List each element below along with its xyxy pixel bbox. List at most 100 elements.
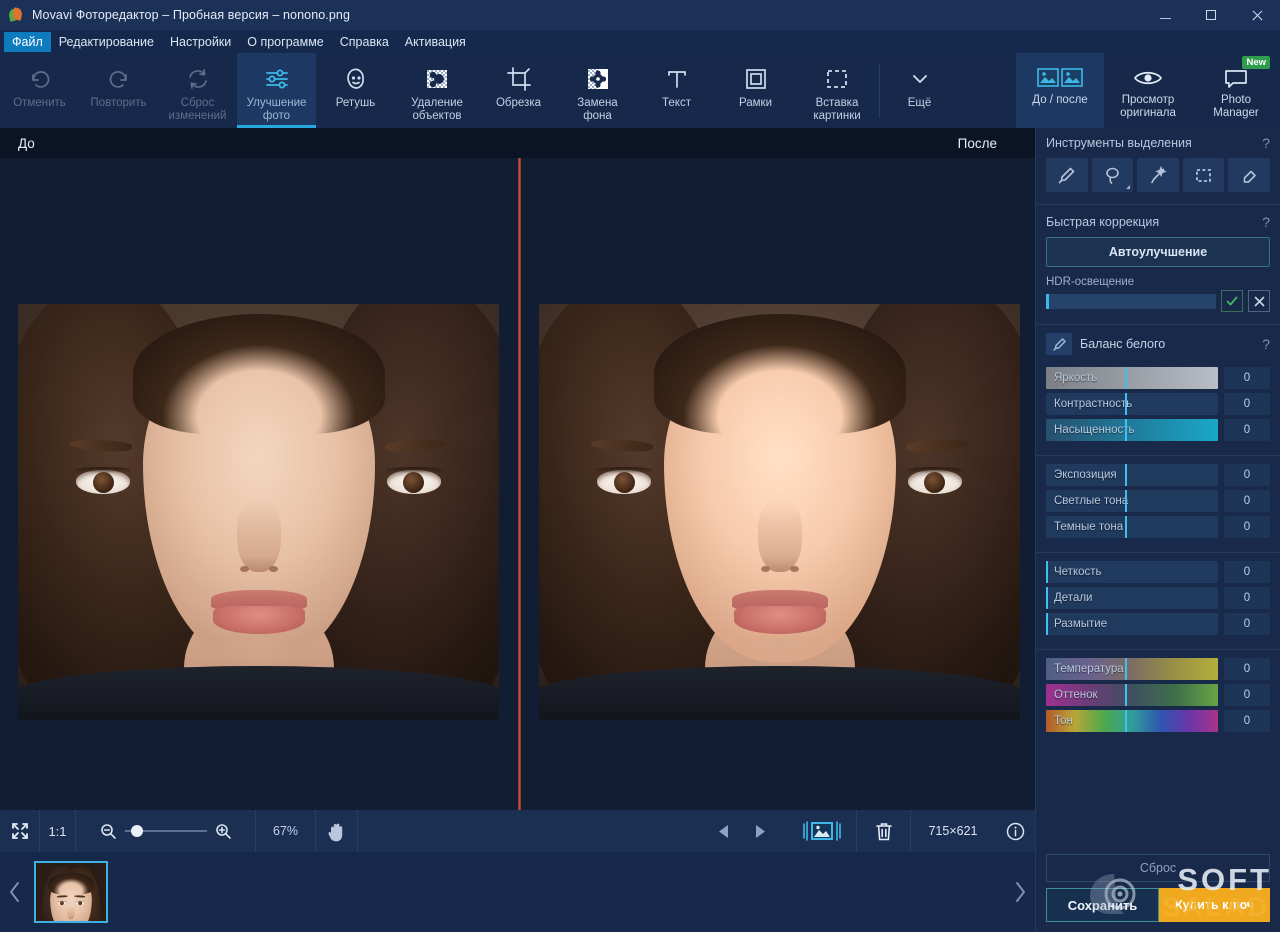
next-arrow-icon[interactable] <box>753 823 768 840</box>
tool-text[interactable]: Текст <box>637 53 716 128</box>
hdr-slider[interactable] <box>1046 294 1216 309</box>
compare-button[interactable] <box>787 810 857 852</box>
menu-item-activation[interactable]: Активация <box>397 32 474 52</box>
zoom-slider[interactable] <box>125 830 207 832</box>
reset-button[interactable]: Сброс <box>1046 854 1270 882</box>
filmstrip-next-button[interactable] <box>1005 852 1035 932</box>
fit-to-screen-button[interactable] <box>0 810 40 852</box>
filmstrip-prev-button[interactable] <box>0 852 30 932</box>
sharpness-slider[interactable]: Четкость <box>1046 561 1218 583</box>
zoom-out-icon[interactable] <box>100 823 117 840</box>
tool-before-after[interactable]: До / после <box>1016 53 1104 128</box>
auto-enhance-button[interactable]: Автоулучшение <box>1046 237 1270 267</box>
slider-value[interactable]: 0 <box>1224 419 1270 441</box>
bottom-spacer <box>358 810 697 852</box>
temperature-slider[interactable]: Температура <box>1046 658 1218 680</box>
slider-value[interactable]: 0 <box>1224 464 1270 486</box>
saturation-slider[interactable]: Насыщенность <box>1046 419 1218 441</box>
slider-value[interactable]: 0 <box>1224 561 1270 583</box>
hand-tool-icon <box>327 821 346 842</box>
zoom-in-icon[interactable] <box>215 823 232 840</box>
photo-after[interactable] <box>539 304 1020 720</box>
eraser-button[interactable] <box>1228 158 1270 192</box>
slider-value[interactable]: 0 <box>1224 613 1270 635</box>
cancel-button[interactable] <box>1248 290 1270 312</box>
slider-knob[interactable] <box>1046 561 1048 583</box>
magic-wand-button[interactable] <box>1137 158 1179 192</box>
slider-value[interactable]: 0 <box>1224 490 1270 512</box>
slider-value[interactable]: 0 <box>1224 658 1270 680</box>
minimize-button[interactable] <box>1142 0 1188 30</box>
brightness-slider[interactable]: Яркость <box>1046 367 1218 389</box>
help-icon[interactable]: ? <box>1262 336 1270 352</box>
prev-arrow-icon[interactable] <box>716 823 731 840</box>
tool-view-original[interactable]: Просмотроригинала <box>1104 53 1192 128</box>
slider-value[interactable]: 0 <box>1224 710 1270 732</box>
highlights-slider[interactable]: Светлые тона <box>1046 490 1218 512</box>
slider-value[interactable]: 0 <box>1224 587 1270 609</box>
slider-knob[interactable] <box>1046 613 1048 635</box>
before-after-split-handle[interactable] <box>518 158 521 810</box>
menu-item-settings[interactable]: Настройки <box>162 32 239 52</box>
slider-value[interactable]: 0 <box>1224 367 1270 389</box>
buy-key-button[interactable]: Купить ключ <box>1159 888 1270 922</box>
apply-button[interactable] <box>1221 290 1243 312</box>
zoom-control[interactable] <box>76 810 256 852</box>
slider-knob[interactable] <box>1125 393 1127 415</box>
eyedropper-button[interactable] <box>1046 333 1072 355</box>
slider-knob[interactable] <box>1125 464 1127 486</box>
maximize-button[interactable] <box>1188 0 1234 30</box>
tool-retouch[interactable]: Ретушь <box>316 53 395 128</box>
chevron-down-icon[interactable] <box>1126 185 1130 189</box>
shadows-slider[interactable]: Темные тона <box>1046 516 1218 538</box>
menu-item-about[interactable]: О программе <box>239 32 331 52</box>
save-button[interactable]: Сохранить <box>1046 888 1159 922</box>
menu-item-edit[interactable]: Редактирование <box>51 32 162 52</box>
tool-photo-enhancement[interactable]: Улучшениефото <box>237 53 316 128</box>
tool-crop[interactable]: Обрезка <box>479 53 558 128</box>
details-slider[interactable]: Детали <box>1046 587 1218 609</box>
actual-size-button[interactable]: 1:1 <box>40 810 76 852</box>
close-button[interactable] <box>1234 0 1280 30</box>
rectangle-select-button[interactable] <box>1183 158 1225 192</box>
contrast-slider[interactable]: Контрастность <box>1046 393 1218 415</box>
slider-value[interactable]: 0 <box>1224 684 1270 706</box>
zoom-slider-knob[interactable] <box>131 825 143 837</box>
tool-photo-manager[interactable]: New PhotoManager <box>1192 53 1280 128</box>
list-item[interactable] <box>34 861 108 923</box>
canvas-body[interactable] <box>0 158 1035 810</box>
hue-slider[interactable]: Тон <box>1046 710 1218 732</box>
blur-slider[interactable]: Размытие <box>1046 613 1218 635</box>
photo-before[interactable] <box>18 304 499 720</box>
slider-value[interactable]: 0 <box>1224 393 1270 415</box>
menu-item-file[interactable]: Файл <box>4 32 51 52</box>
slider-knob[interactable] <box>1125 684 1127 706</box>
tint-slider[interactable]: Оттенок <box>1046 684 1218 706</box>
brush-select-button[interactable] <box>1046 158 1088 192</box>
tool-undo[interactable]: Отменить <box>0 53 79 128</box>
hdr-slider-knob[interactable] <box>1046 294 1049 309</box>
tool-object-removal[interactable]: Удалениеобъектов <box>395 53 479 128</box>
slider-knob[interactable] <box>1125 710 1127 732</box>
slider-knob[interactable] <box>1125 658 1127 680</box>
tool-insert-image[interactable]: Вставкакартинки <box>795 53 879 128</box>
slider-knob[interactable] <box>1125 419 1127 441</box>
exposure-slider[interactable]: Экспозиция <box>1046 464 1218 486</box>
info-button[interactable] <box>995 810 1035 852</box>
lasso-select-button[interactable] <box>1092 158 1134 192</box>
slider-value[interactable]: 0 <box>1224 516 1270 538</box>
hand-tool-button[interactable] <box>316 810 358 852</box>
help-icon[interactable]: ? <box>1262 135 1270 151</box>
delete-button[interactable] <box>857 810 911 852</box>
slider-knob[interactable] <box>1125 516 1127 538</box>
slider-knob[interactable] <box>1125 367 1127 389</box>
tool-frames[interactable]: Рамки <box>716 53 795 128</box>
tool-more[interactable]: Ещё <box>880 53 959 128</box>
tool-background-replace[interactable]: Заменафона <box>558 53 637 128</box>
slider-knob[interactable] <box>1046 587 1048 609</box>
tool-reset-changes[interactable]: Сбросизменений <box>158 53 237 128</box>
slider-knob[interactable] <box>1125 490 1127 512</box>
tool-redo[interactable]: Повторить <box>79 53 158 128</box>
help-icon[interactable]: ? <box>1262 214 1270 230</box>
menu-item-help[interactable]: Справка <box>332 32 397 52</box>
